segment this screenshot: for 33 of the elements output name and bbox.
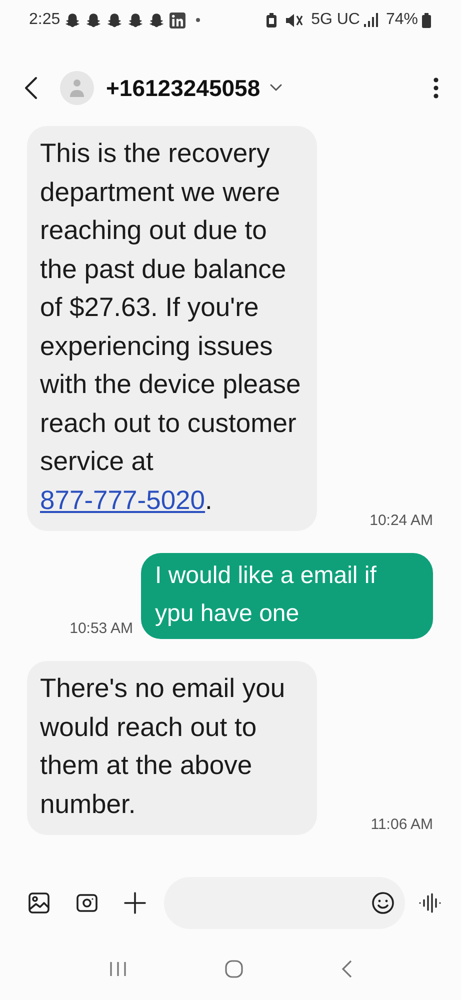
battery-saver-icon	[266, 12, 278, 28]
network-label: 5G UC	[311, 11, 360, 29]
battery-icon	[422, 12, 431, 28]
status-time: 2:25	[29, 11, 60, 29]
sent-message: I would like a email if ypu have one	[141, 553, 433, 639]
voice-input-button[interactable]	[419, 893, 441, 913]
ghost-icon	[106, 12, 124, 28]
message-time: 10:53 AM	[70, 620, 133, 639]
signal-icon	[364, 13, 378, 27]
dot-icon	[196, 18, 200, 22]
received-message: There's no email you would reach out to them at the above number.	[27, 661, 317, 835]
ghost-icon	[64, 12, 82, 28]
received-message: This is the recovery department we were reaching out due to the past due balance of $27.63. If you're experiencing issues with the device please reach out to customer service at 877-777-5020.	[27, 126, 317, 531]
emoji-icon[interactable]	[371, 891, 395, 915]
recent-apps-button[interactable]	[108, 961, 126, 977]
ghost-icon	[127, 12, 144, 28]
back-button[interactable]	[24, 76, 38, 100]
ghost-icon	[85, 12, 102, 28]
linkedin-icon	[169, 12, 186, 28]
home-button[interactable]	[224, 959, 244, 979]
mute-icon	[285, 12, 304, 28]
message-time: 10:24 AM	[370, 512, 433, 531]
battery-level: 74%	[386, 11, 418, 29]
camera-button[interactable]	[76, 893, 98, 913]
phone-link[interactable]: 877-777-5020	[40, 484, 206, 514]
contact-name[interactable]: +16123245058	[106, 74, 282, 102]
chevron-down-icon	[270, 84, 282, 92]
more-options-button[interactable]	[433, 77, 439, 99]
message-time: 11:06 AM	[370, 816, 433, 835]
gallery-button[interactable]	[28, 892, 50, 914]
add-button[interactable]	[124, 892, 146, 914]
back-nav-button[interactable]	[340, 959, 352, 979]
ghost-icon	[148, 12, 166, 28]
